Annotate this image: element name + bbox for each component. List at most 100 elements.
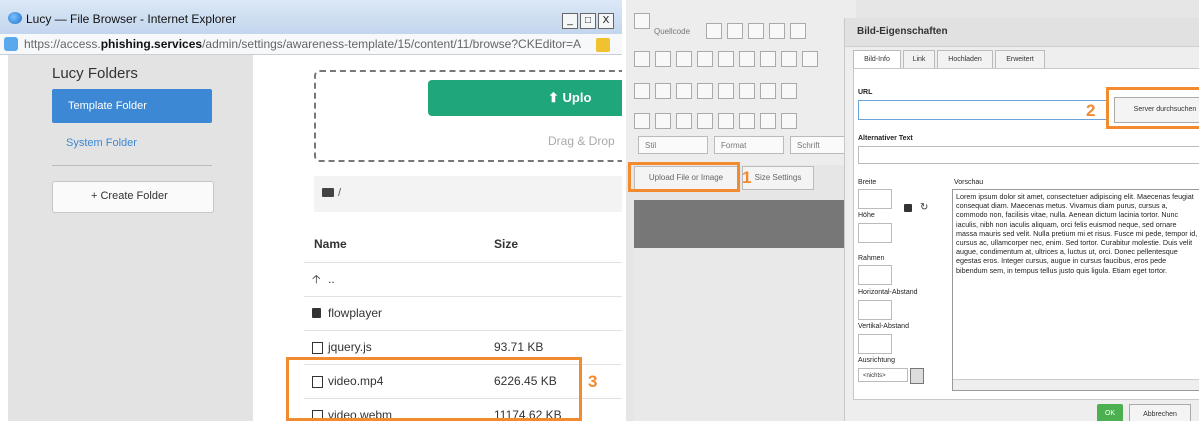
source-icon[interactable]	[634, 13, 650, 29]
cancel-button[interactable]: Abbrechen	[1129, 404, 1191, 421]
ok-button[interactable]: OK	[1097, 404, 1123, 421]
style-select[interactable]: Stil	[638, 136, 708, 154]
close-button[interactable]: X	[598, 13, 614, 29]
url-prefix: https://access.	[24, 37, 101, 51]
unlink-icon[interactable]	[655, 113, 671, 129]
vspace-label: Vertikal-Abstand	[858, 323, 909, 330]
lock-ratio-icon[interactable]	[904, 204, 912, 212]
find-icon[interactable]	[781, 51, 797, 67]
sidebar-item-template-folder[interactable]: Template Folder	[52, 89, 212, 123]
remove-format-icon[interactable]	[760, 83, 776, 99]
paste-text-icon[interactable]	[697, 51, 713, 67]
highlight-box-3	[286, 357, 582, 421]
link-icon[interactable]	[634, 113, 650, 129]
size-settings-button[interactable]: Size Settings	[742, 166, 814, 190]
tab-link[interactable]: Link	[903, 50, 935, 70]
sidebar-item-system-folder[interactable]: System Folder	[66, 137, 137, 149]
italic-icon[interactable]	[655, 83, 671, 99]
subscript-icon[interactable]	[718, 83, 734, 99]
preview-scrollbar[interactable]	[953, 379, 1199, 390]
height-label: Höhe	[858, 212, 875, 219]
url-path: /admin/settings/awareness-template/15/co…	[202, 37, 582, 51]
sidebar-title: Lucy Folders	[52, 65, 138, 82]
alt-text-label: Alternativer Text	[858, 135, 913, 142]
editor-window: Quellcode Stil Format Schrift Upload Fil…	[626, 0, 1199, 421]
tab-advanced[interactable]: Erweitert	[995, 50, 1045, 70]
minimize-button[interactable]: _	[562, 13, 578, 29]
create-folder-button[interactable]: + Create Folder	[52, 181, 214, 213]
numbered-list-icon[interactable]	[781, 83, 797, 99]
table-icon[interactable]	[718, 113, 734, 129]
align-label: Ausrichtung	[858, 357, 895, 364]
annotation-number-3: 3	[588, 372, 598, 391]
file-name: flowplayer	[328, 306, 383, 320]
format-select[interactable]: Format	[714, 136, 784, 154]
replace-icon[interactable]	[802, 51, 818, 67]
chevron-down-icon[interactable]	[910, 368, 924, 384]
font-select[interactable]: Schrift	[790, 136, 850, 154]
file-size: 93.71 KB	[494, 340, 544, 354]
column-header-name[interactable]: Name	[314, 237, 347, 251]
column-header-size[interactable]: Size	[494, 237, 518, 251]
url-input[interactable]	[858, 100, 1108, 120]
undo-icon[interactable]	[739, 51, 755, 67]
tab-upload[interactable]: Hochladen	[937, 50, 993, 70]
maximize-button[interactable]: □	[580, 13, 596, 29]
image-preview: Lorem ipsum dolor sit amet, consectetuer…	[952, 189, 1199, 391]
dialog-panel: URL Server durchsuchen 2 Alternativer Te…	[853, 68, 1199, 400]
preview-icon[interactable]	[748, 23, 764, 39]
sidebar-divider	[52, 165, 212, 166]
redo-icon[interactable]	[760, 51, 776, 67]
superscript-icon[interactable]	[739, 83, 755, 99]
url-domain: phishing.services	[100, 37, 203, 51]
annotation-number-1: 1	[742, 168, 752, 187]
new-page-icon[interactable]	[727, 23, 743, 39]
align-select[interactable]: <nichts>	[858, 368, 908, 382]
save-icon[interactable]	[706, 23, 722, 39]
underline-icon[interactable]	[676, 83, 692, 99]
toolbar-row	[634, 78, 802, 102]
sidebar-item-label: Template Folder	[68, 100, 147, 112]
horizontal-rule-icon[interactable]	[739, 113, 755, 129]
special-char-icon[interactable]	[781, 113, 797, 129]
template-icon[interactable]	[790, 23, 806, 39]
paste-icon[interactable]	[676, 51, 692, 67]
annotation-number-2: 2	[1086, 101, 1096, 120]
editor-content-area[interactable]	[634, 248, 856, 421]
alt-text-input[interactable]	[858, 146, 1199, 164]
preview-text: Lorem ipsum dolor sit amet, consectetuer…	[956, 192, 1198, 275]
toolbar-row	[634, 108, 802, 132]
source-button-label[interactable]: Quellcode	[654, 27, 690, 36]
width-input[interactable]	[858, 189, 892, 209]
folder-icon	[312, 308, 321, 318]
padlock-icon[interactable]	[596, 38, 610, 52]
hspace-input[interactable]	[858, 300, 892, 320]
tab-image-info[interactable]: Bild-Info	[853, 50, 901, 70]
hspace-label: Horizontal-Abstand	[858, 289, 918, 296]
toolbar-row	[634, 8, 655, 32]
window-title: Lucy — File Browser - Internet Explorer	[26, 12, 237, 26]
url-text: https://access.phishing.services/admin/s…	[24, 37, 581, 51]
height-input[interactable]	[858, 223, 892, 243]
border-input[interactable]	[858, 265, 892, 285]
cut-icon[interactable]	[634, 51, 650, 67]
address-bar[interactable]: https://access.phishing.services/admin/s…	[0, 34, 622, 55]
strike-icon[interactable]	[697, 83, 713, 99]
paste-word-icon[interactable]	[718, 51, 734, 67]
breadcrumb-path: /	[338, 187, 342, 199]
upload-button[interactable]: ⬆ Uplo	[428, 80, 622, 116]
folder-open-icon	[322, 188, 334, 197]
image-icon[interactable]	[697, 113, 713, 129]
vspace-input[interactable]	[858, 334, 892, 354]
smiley-icon[interactable]	[760, 113, 776, 129]
bold-icon[interactable]	[634, 83, 650, 99]
reset-size-icon[interactable]: ↻	[920, 202, 928, 213]
table-row[interactable]: flowplayer	[304, 296, 622, 329]
print-icon[interactable]	[769, 23, 785, 39]
upload-button-label: ⬆ Uplo	[548, 90, 592, 105]
toolbar-row	[634, 46, 823, 70]
table-row[interactable]: 🡡 ..	[304, 262, 622, 295]
dialog-title: Bild-Eigenschaften	[857, 26, 948, 37]
anchor-icon[interactable]	[676, 113, 692, 129]
copy-icon[interactable]	[655, 51, 671, 67]
